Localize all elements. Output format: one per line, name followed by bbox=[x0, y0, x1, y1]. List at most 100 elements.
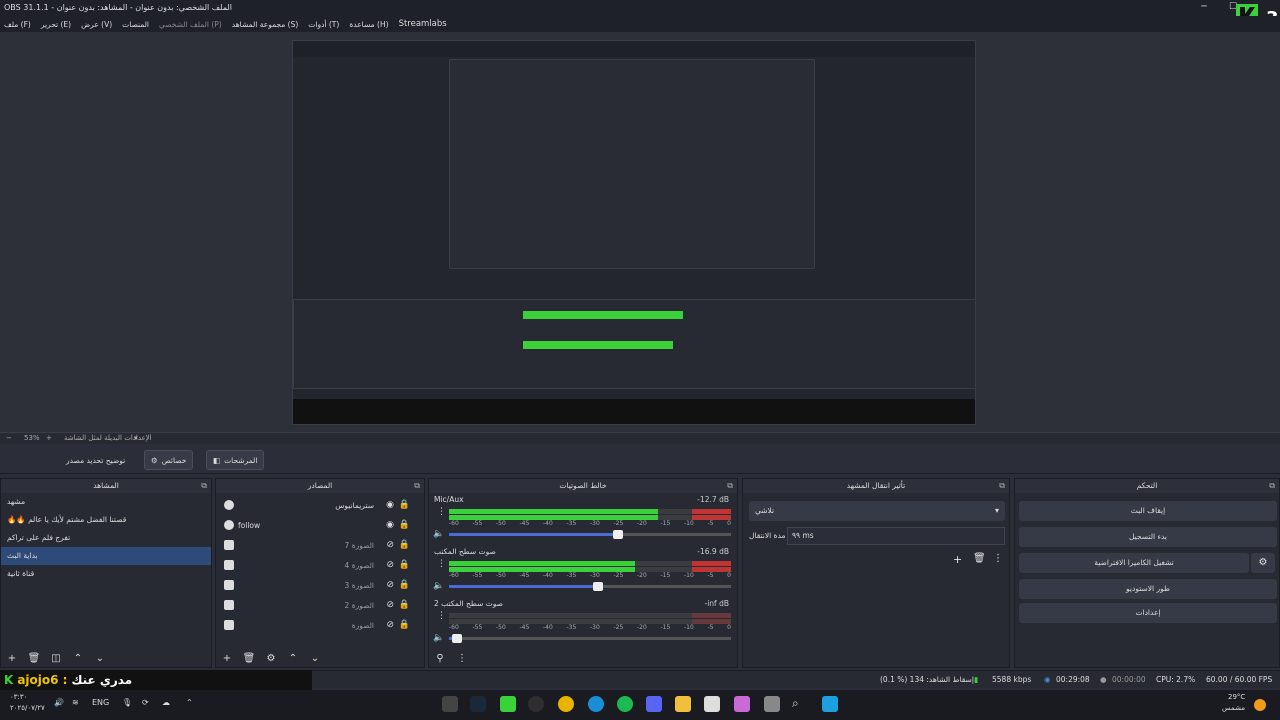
chrome-icon[interactable] bbox=[558, 696, 574, 712]
spotify-icon[interactable] bbox=[617, 696, 633, 712]
stop-streaming-button[interactable]: إيقاف البث bbox=[1019, 501, 1277, 521]
popout-icon[interactable]: ⧉ bbox=[999, 479, 1005, 493]
scene-item[interactable]: تفرج فلم على تراكم bbox=[1, 529, 211, 547]
start-virtual-camera-button[interactable]: تشغيل الكاميرا الافتراضية bbox=[1019, 553, 1249, 573]
eye-icon[interactable]: ◉ bbox=[386, 520, 394, 530]
menu-view[interactable]: عرض (V) bbox=[81, 20, 112, 29]
lock-icon[interactable]: 🔒 bbox=[399, 580, 410, 590]
gear-icon[interactable]: ⚙ bbox=[264, 653, 278, 664]
folder-icon[interactable] bbox=[675, 696, 691, 712]
lock-icon[interactable]: 🔒 bbox=[399, 620, 410, 630]
zoom-minus-icon[interactable]: − bbox=[6, 434, 12, 442]
kebab-menu-icon[interactable]: ⋮ bbox=[993, 553, 1003, 564]
volume-slider[interactable] bbox=[449, 634, 731, 643]
lock-icon[interactable]: 🔒 bbox=[399, 500, 410, 510]
chevron-down-icon[interactable]: ⌄ bbox=[93, 653, 107, 664]
speaker-icon[interactable]: 🔈 bbox=[433, 633, 444, 643]
edge-icon[interactable] bbox=[588, 696, 604, 712]
start-recording-button[interactable]: بدء التسجيل bbox=[1019, 527, 1277, 547]
volume-slider[interactable] bbox=[449, 530, 731, 539]
menu-file[interactable]: ملف (F) bbox=[4, 20, 31, 29]
scene-item[interactable]: 🔥🔥 قصتنا الفضل مشتم لأيك يا عالم bbox=[1, 511, 211, 529]
eye-icon[interactable]: ◉ bbox=[386, 500, 394, 510]
eye-hidden-icon[interactable]: ⊘ bbox=[386, 620, 394, 630]
properties-button[interactable]: ⚙ خصائص bbox=[144, 450, 194, 470]
volume-knob[interactable] bbox=[452, 634, 463, 643]
source-row[interactable]: الصورة 4 ⊘ 🔒 bbox=[216, 555, 424, 575]
filters-button[interactable]: ◧ المرشحات bbox=[206, 450, 265, 470]
gear-icon[interactable]: ⚙ bbox=[1251, 553, 1275, 573]
speaker-icon[interactable]: 🔊 bbox=[54, 698, 64, 707]
lock-icon[interactable]: 🔒 bbox=[399, 540, 410, 550]
trash-icon[interactable]: 🗑 bbox=[242, 653, 256, 664]
task-view-icon[interactable] bbox=[764, 696, 780, 712]
chevron-down-icon[interactable]: ▾ bbox=[134, 434, 138, 442]
trash-icon[interactable]: 🗑 bbox=[27, 653, 41, 664]
add-icon[interactable]: + bbox=[220, 653, 234, 664]
minimize-icon[interactable]: ─ bbox=[1193, 0, 1215, 16]
chevron-up-icon[interactable]: ⌃ bbox=[186, 698, 193, 707]
lock-icon[interactable]: 🔒 bbox=[399, 600, 410, 610]
source-row[interactable]: الصورة 7 ⊘ 🔒 bbox=[216, 535, 424, 555]
eye-hidden-icon[interactable]: ⊘ bbox=[386, 600, 394, 610]
kebab-menu-icon[interactable]: ⋮ bbox=[437, 559, 446, 569]
add-icon[interactable]: + bbox=[5, 653, 19, 664]
scene-item[interactable]: مشهد bbox=[1, 493, 211, 511]
menu-streamlabs[interactable]: Streamlabs bbox=[399, 19, 447, 29]
source-row[interactable]: الصورة 3 ⊘ 🔒 bbox=[216, 575, 424, 595]
eye-hidden-icon[interactable]: ⊘ bbox=[386, 560, 394, 570]
chevron-up-icon[interactable]: ⌃ bbox=[286, 653, 300, 664]
popout-icon[interactable]: ⧉ bbox=[201, 479, 207, 493]
speaker-icon[interactable]: 🔈 bbox=[433, 529, 444, 539]
source-row[interactable]: ستريمانيوس ◉ 🔒 bbox=[216, 495, 424, 515]
wifi-icon[interactable]: ≋ bbox=[72, 698, 79, 707]
add-icon[interactable]: + bbox=[953, 553, 962, 566]
search-icon[interactable]: ⌕ bbox=[792, 696, 808, 712]
source-row[interactable]: الصورة 2 ⊘ 🔒 bbox=[216, 595, 424, 615]
menu-edit[interactable]: تحرير (E) bbox=[41, 20, 71, 29]
lock-icon[interactable]: 🔒 bbox=[399, 560, 410, 570]
link-icon[interactable]: ⚲ bbox=[433, 653, 447, 664]
sync-icon[interactable]: ⟳ bbox=[142, 698, 149, 707]
chevron-up-icon[interactable]: ⌃ bbox=[71, 653, 85, 664]
source-row[interactable]: الصورة ⊘ 🔒 bbox=[216, 615, 424, 635]
scene-item-selected[interactable]: بداية البث bbox=[1, 547, 211, 565]
store-icon[interactable] bbox=[704, 696, 720, 712]
trash-icon[interactable]: 🗑 bbox=[973, 553, 986, 564]
menu-tools[interactable]: أدوات (T) bbox=[308, 20, 339, 29]
menu-profile[interactable]: الملف الشخصي (P) bbox=[159, 20, 222, 29]
menu-scene-collection[interactable]: مجموعة المشاهد (S) bbox=[232, 20, 299, 29]
duration-input[interactable]: ٩٩ ms bbox=[787, 527, 1005, 545]
menu-docks[interactable]: المنصات bbox=[122, 20, 149, 29]
lock-icon[interactable]: 🔒 bbox=[399, 520, 410, 530]
cloud-icon[interactable]: ☁ bbox=[162, 698, 170, 707]
start-icon[interactable] bbox=[822, 696, 838, 712]
play-icon[interactable] bbox=[500, 696, 516, 712]
volume-knob[interactable] bbox=[613, 530, 624, 539]
transition-select[interactable]: تلاشي ▾ bbox=[749, 501, 1005, 521]
mic-icon[interactable]: 🎙 bbox=[122, 698, 132, 707]
obs-icon[interactable] bbox=[528, 696, 544, 712]
scene-item[interactable]: قناة ثانية bbox=[1, 565, 211, 583]
volume-slider[interactable] bbox=[449, 582, 731, 591]
studio-mode-button[interactable]: طور الاستوديو bbox=[1019, 579, 1277, 599]
speaker-icon[interactable]: 🔈 bbox=[433, 581, 444, 591]
kebab-menu-icon[interactable]: ⋮ bbox=[455, 653, 469, 664]
volume-knob[interactable] bbox=[593, 582, 604, 591]
source-row[interactable]: follow ◉ 🔒 bbox=[216, 515, 424, 535]
popout-icon[interactable]: ⧉ bbox=[727, 479, 733, 493]
steam-icon[interactable] bbox=[470, 696, 486, 712]
kebab-menu-icon[interactable]: ⋮ bbox=[437, 507, 446, 517]
zoom-plus-icon[interactable]: + bbox=[46, 434, 52, 442]
popout-icon[interactable]: ⧉ bbox=[414, 479, 420, 493]
menu-help[interactable]: مساعدة (H) bbox=[349, 20, 388, 29]
chevron-down-icon[interactable]: ⌄ bbox=[308, 653, 322, 664]
popout-icon[interactable]: ⧉ bbox=[1269, 479, 1275, 493]
filter-icon[interactable]: ◫ bbox=[49, 653, 63, 664]
discord-icon[interactable] bbox=[646, 696, 662, 712]
copilot-icon[interactable] bbox=[734, 696, 750, 712]
zoom-mode-label[interactable]: الإعدادات البديلة لمثل الشاشة bbox=[64, 434, 152, 442]
app-icon[interactable] bbox=[442, 696, 458, 712]
kebab-menu-icon[interactable]: ⋮ bbox=[437, 611, 446, 621]
language-indicator[interactable]: ENG bbox=[92, 698, 109, 707]
